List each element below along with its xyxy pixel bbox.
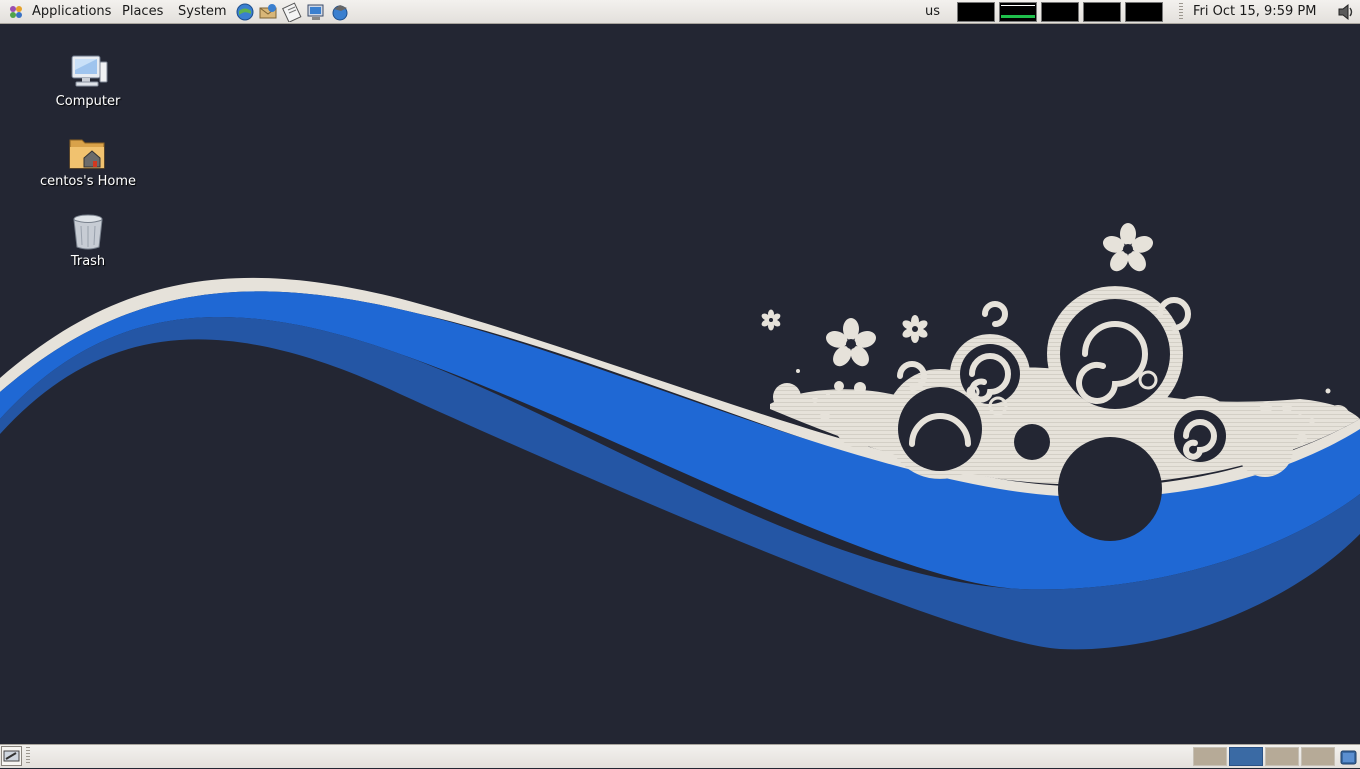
text-editor-icon[interactable]	[282, 2, 302, 22]
system-monitor-swap[interactable]	[1083, 2, 1121, 22]
applications-menu[interactable]: Applications	[32, 4, 111, 19]
home-folder-icon	[69, 139, 105, 169]
trash-icon	[73, 214, 103, 250]
clock[interactable]: Fri Oct 15, 9:59 PM	[1193, 4, 1316, 19]
top-panel: Applications Places System us Fri Oct 15…	[0, 0, 1360, 24]
desktop-wallpaper	[0, 24, 1360, 744]
panel-grip	[1179, 3, 1183, 21]
network-icon[interactable]	[306, 2, 326, 22]
desktop-icon-trash[interactable]: Trash	[33, 212, 143, 269]
bottom-panel	[0, 744, 1360, 768]
workspace-2[interactable]	[1229, 747, 1263, 766]
workspace-3[interactable]	[1265, 747, 1299, 766]
workspace-1[interactable]	[1193, 747, 1227, 766]
volume-icon[interactable]	[1336, 3, 1356, 21]
system-monitor-cpu[interactable]	[957, 2, 995, 22]
trash-applet-icon[interactable]	[1339, 748, 1358, 766]
help-icon[interactable]	[330, 2, 350, 22]
system-monitor-load[interactable]	[1125, 2, 1163, 22]
system-monitor-network[interactable]	[1041, 2, 1079, 22]
system-menu[interactable]: System	[178, 4, 226, 19]
panel-grip	[26, 747, 30, 765]
workspace-4[interactable]	[1301, 747, 1335, 766]
desktop-icon-label: Trash	[70, 254, 106, 269]
applications-menu-icon	[10, 6, 22, 18]
system-monitor-memory[interactable]	[999, 2, 1037, 22]
show-desktop-button[interactable]	[1, 746, 22, 766]
desktop-icon-label: centos's Home	[39, 174, 137, 189]
email-client-icon[interactable]	[258, 2, 278, 22]
keyboard-layout-indicator[interactable]: us	[925, 4, 940, 19]
desktop-icon-label: Computer	[55, 94, 121, 109]
desktop-icon-computer[interactable]: Computer	[33, 52, 143, 109]
desktop-icon-home[interactable]: centos's Home	[33, 132, 143, 189]
computer-icon	[71, 55, 108, 87]
show-desktop-icon	[3, 750, 20, 762]
places-menu[interactable]: Places	[122, 4, 163, 19]
web-browser-icon[interactable]	[235, 2, 255, 22]
